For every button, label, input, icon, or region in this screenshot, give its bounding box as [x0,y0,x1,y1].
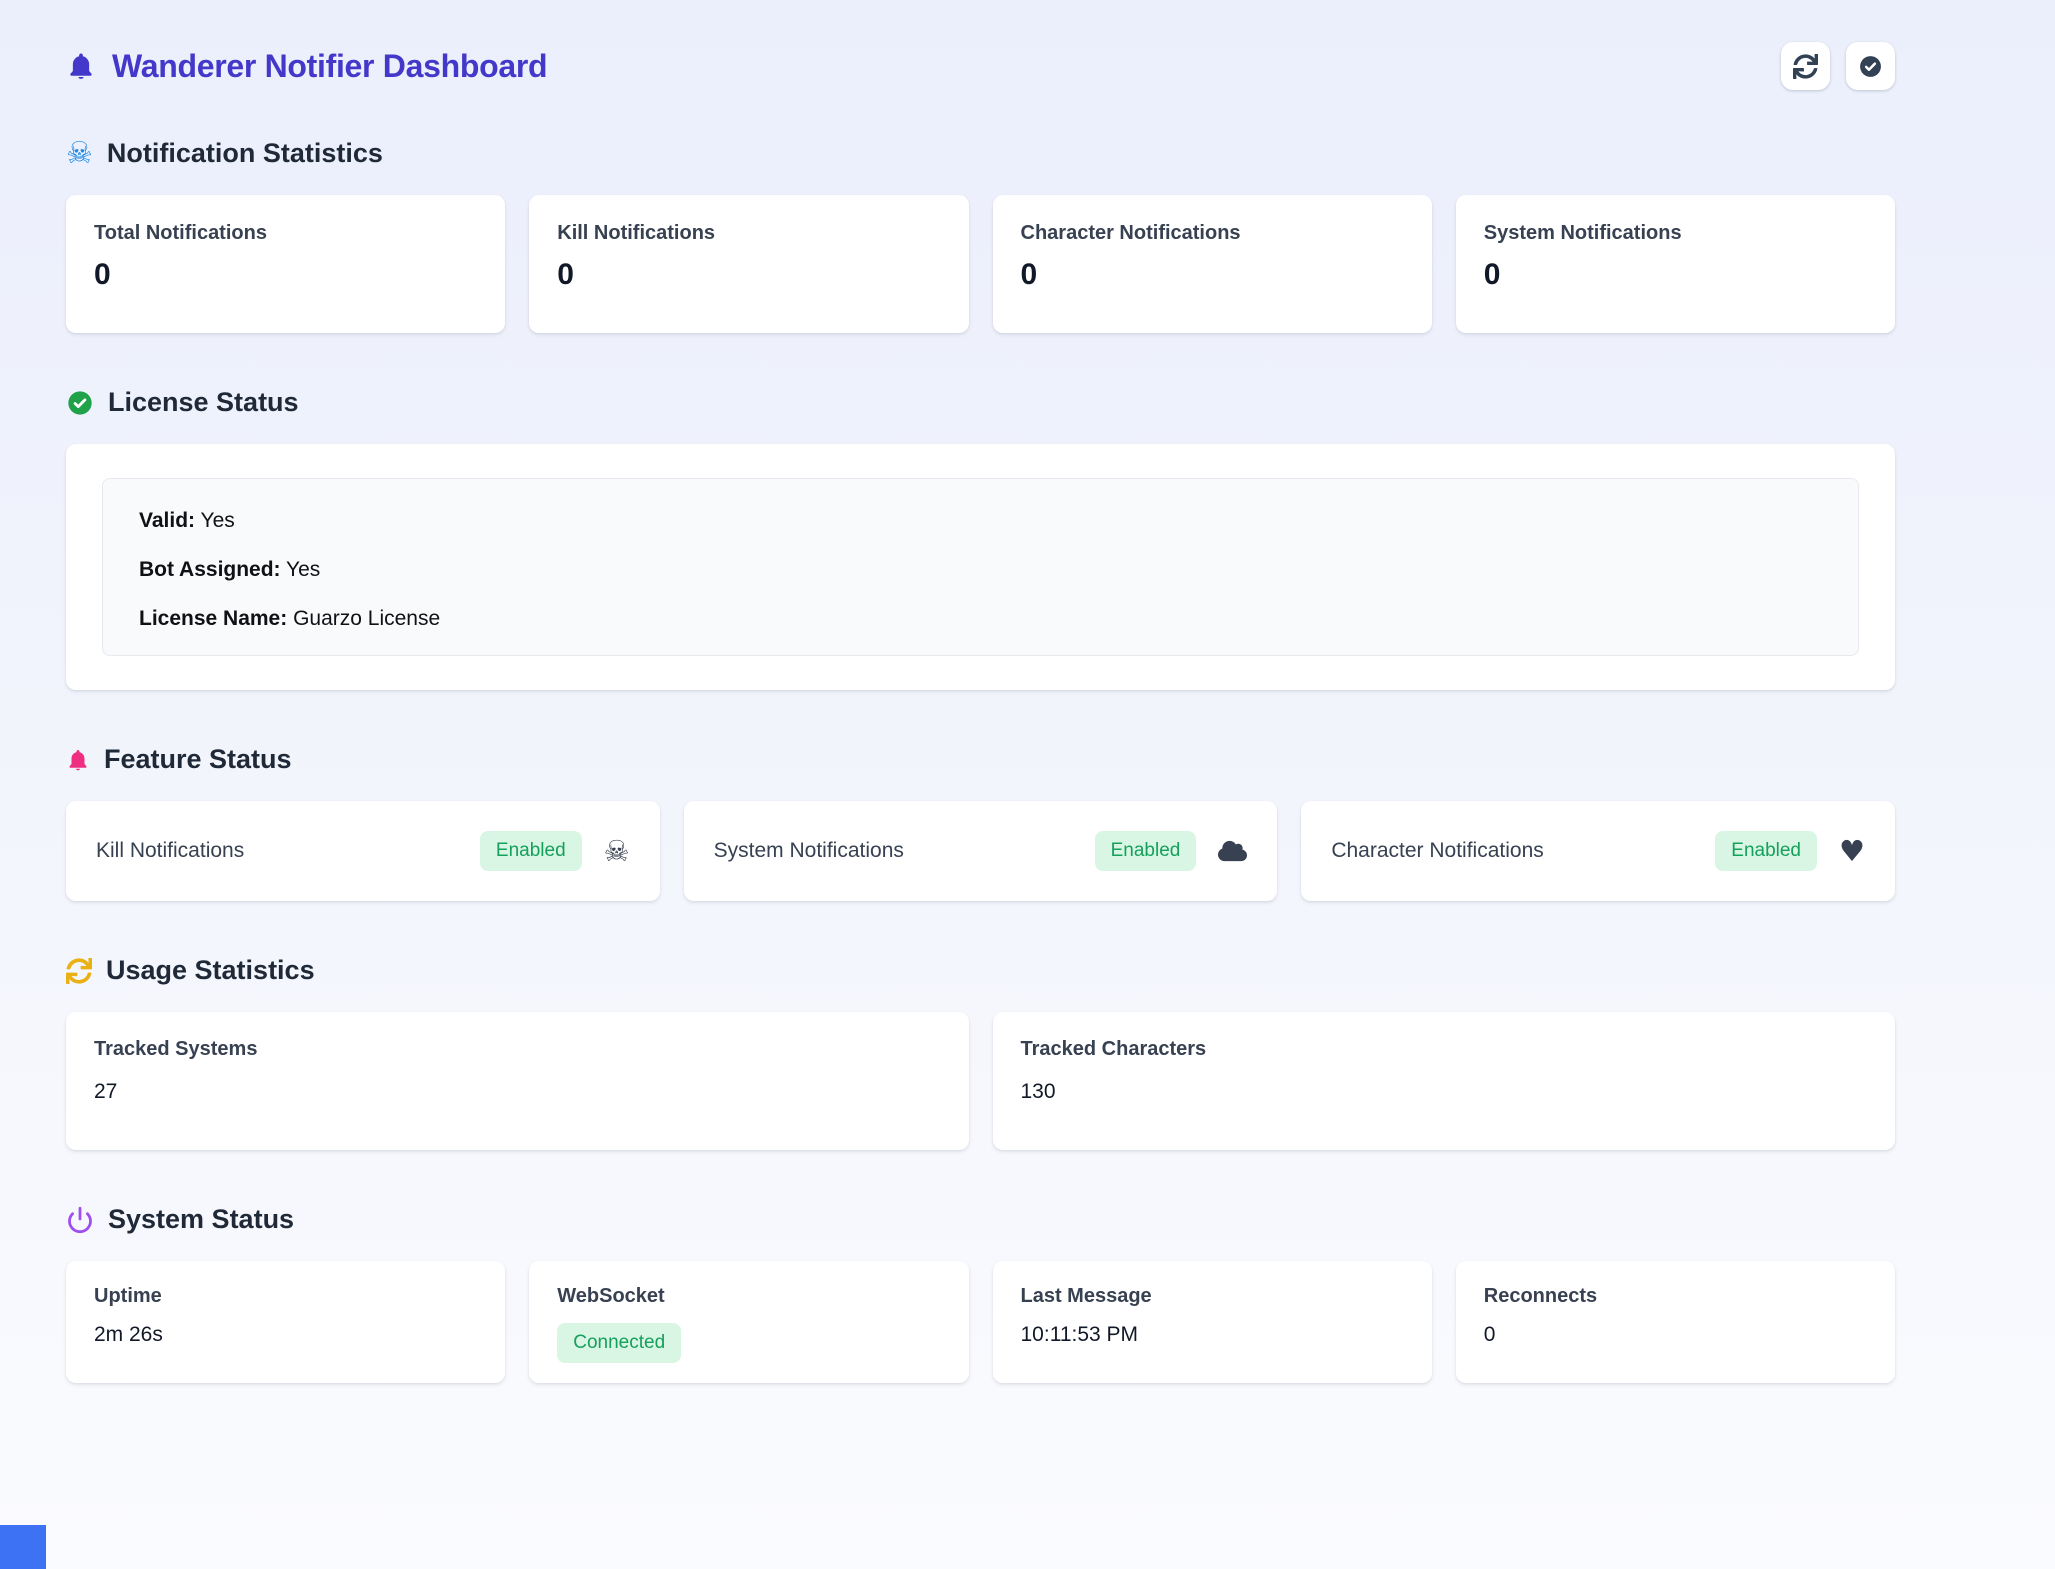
sync-icon [66,958,92,984]
system-value: 10:11:53 PM [1021,1323,1404,1347]
stat-value: 0 [1021,258,1404,292]
field-value: Yes [201,509,235,532]
stat-value: 0 [1484,258,1867,292]
system-label: Reconnects [1484,1285,1867,1308]
system-label: Uptime [94,1285,477,1308]
stat-label: System Notifications [1484,222,1867,245]
stat-card-kill-notifications: Kill Notifications 0 [529,195,968,333]
system-label: WebSocket [557,1285,940,1308]
usage-value: 27 [94,1080,941,1104]
usage-statistics-grid: Tracked Systems 27 Tracked Characters 13… [66,1012,1895,1150]
feature-status-grid: Kill Notifications Enabled ☠ System Noti… [66,801,1895,901]
feature-label: Kill Notifications [96,839,480,863]
section-title-text: Notification Statistics [107,138,383,169]
bottom-left-blue-strip [0,1525,46,1569]
system-label: Last Message [1021,1285,1404,1308]
section-title-text: System Status [108,1204,294,1235]
feature-card-system-notifications: System Notifications Enabled [684,801,1278,901]
stat-label: Character Notifications [1021,222,1404,245]
system-card-last-message: Last Message 10:11:53 PM [993,1261,1432,1383]
system-card-reconnects: Reconnects 0 [1456,1261,1895,1383]
stat-card-character-notifications: Character Notifications 0 [993,195,1432,333]
license-field-valid: Valid: Yes [139,507,1822,534]
stat-label: Kill Notifications [557,222,940,245]
section-license-status: License Status Valid: Yes Bot Assigned: … [66,387,1895,690]
license-field-bot-assigned: Bot Assigned: Yes [139,556,1822,583]
notification-stats-grid: Total Notifications 0 Kill Notifications… [66,195,1895,333]
section-title-text: License Status [108,387,299,418]
check-circle-icon [1858,54,1883,79]
skull-crossbones-icon: ☠ [604,837,630,866]
field-value: Guarzo License [293,607,440,630]
stat-card-system-notifications: System Notifications 0 [1456,195,1895,333]
usage-label: Tracked Systems [94,1038,941,1061]
usage-card-tracked-systems: Tracked Systems 27 [66,1012,969,1150]
feature-card-kill-notifications: Kill Notifications Enabled ☠ [66,801,660,901]
usage-value: 130 [1021,1080,1868,1104]
license-status-title: License Status [66,387,1895,418]
page-title: Wanderer Notifier Dashboard [112,48,547,85]
section-title-text: Usage Statistics [106,955,315,986]
system-status-title: System Status [66,1204,1895,1235]
field-label: Bot Assigned: [139,558,281,581]
dashboard-page: Wanderer Notifier Dashboard [0,0,2055,1569]
field-value: Yes [286,558,320,581]
connection-status-badge: Connected [557,1323,681,1363]
section-usage-statistics: Usage Statistics Tracked Systems 27 Trac… [66,955,1895,1150]
header-actions [1781,42,1895,90]
section-feature-status: Feature Status Kill Notifications Enable… [66,744,1895,901]
stat-value: 0 [557,258,940,292]
notification-statistics-title: ☠ Notification Statistics [66,138,1895,169]
title-wrap: Wanderer Notifier Dashboard [66,48,547,85]
license-details-panel: Valid: Yes Bot Assigned: Yes License Nam… [102,478,1859,656]
section-title-text: Feature Status [104,744,292,775]
refresh-icon [1793,54,1818,79]
field-label: License Name: [139,607,287,630]
system-value: 0 [1484,1323,1867,1347]
license-card: Valid: Yes Bot Assigned: Yes License Nam… [66,444,1895,690]
confirm-button[interactable] [1846,42,1895,90]
feature-label: Character Notifications [1331,839,1715,863]
system-card-uptime: Uptime 2m 26s [66,1261,505,1383]
usage-statistics-title: Usage Statistics [66,955,1895,986]
feature-card-character-notifications: Character Notifications Enabled ♥ [1301,801,1895,901]
refresh-button[interactable] [1781,42,1830,90]
stat-label: Total Notifications [94,222,477,245]
status-badge: Enabled [480,831,582,871]
stat-card-total-notifications: Total Notifications 0 [66,195,505,333]
heart-icon: ♥ [1839,837,1865,866]
feature-label: System Notifications [714,839,1095,863]
system-value: 2m 26s [94,1323,477,1347]
bell-icon [66,49,96,83]
usage-card-tracked-characters: Tracked Characters 130 [993,1012,1896,1150]
power-icon [66,1206,94,1234]
header: Wanderer Notifier Dashboard [66,42,1895,90]
section-notification-statistics: ☠ Notification Statistics Total Notifica… [66,138,1895,333]
bell-icon [66,746,90,774]
cloud-icon [1218,839,1247,863]
status-badge: Enabled [1715,831,1817,871]
stat-value: 0 [94,258,477,292]
field-label: Valid: [139,509,195,532]
check-circle-icon [66,389,94,417]
skull-crossbones-icon: ☠ [66,139,93,169]
status-badge: Enabled [1095,831,1197,871]
section-system-status: System Status Uptime 2m 26s WebSocket Co… [66,1204,1895,1383]
feature-status-title: Feature Status [66,744,1895,775]
license-field-license-name: License Name: Guarzo License [139,605,1822,632]
system-status-grid: Uptime 2m 26s WebSocket Connected Last M… [66,1261,1895,1383]
usage-label: Tracked Characters [1021,1038,1868,1061]
system-card-websocket: WebSocket Connected [529,1261,968,1383]
